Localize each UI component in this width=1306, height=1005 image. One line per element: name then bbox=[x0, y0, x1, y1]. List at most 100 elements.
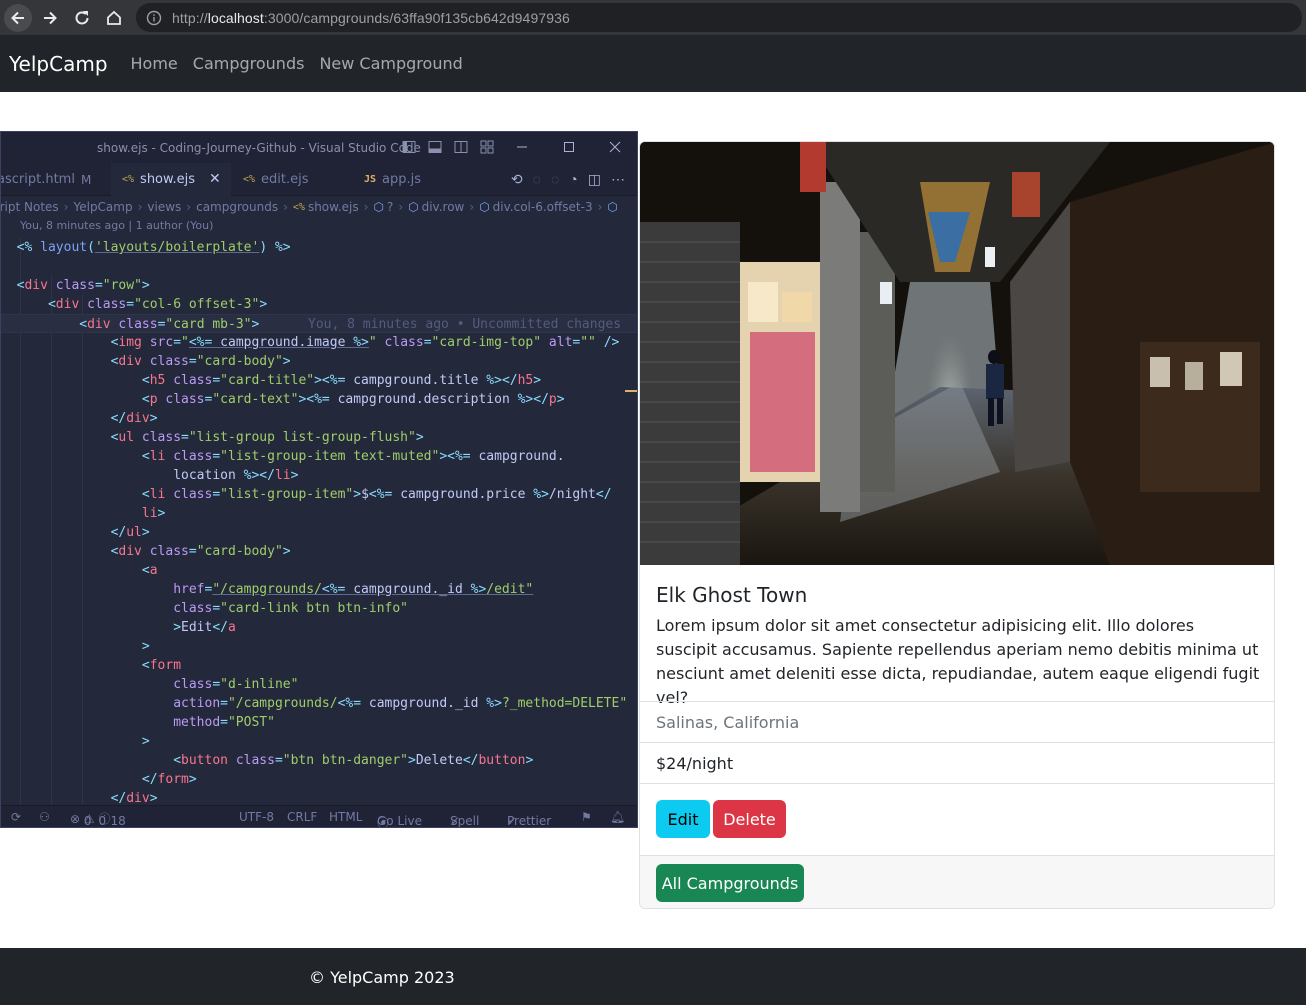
code-line: li> bbox=[141, 506, 166, 521]
breadcrumb-item[interactable]: campgrounds bbox=[196, 200, 278, 214]
eol-indicator[interactable]: CRLF bbox=[287, 810, 317, 824]
breadcrumb-item[interactable]: div.row bbox=[422, 200, 465, 214]
warning-count: 0 bbox=[98, 814, 107, 828]
close-window-icon[interactable] bbox=[606, 138, 624, 156]
go-live-label: Go Live bbox=[377, 814, 422, 828]
code-line: <button class="btn btn-danger">Delete</b… bbox=[173, 753, 534, 768]
maximize-icon[interactable] bbox=[560, 138, 578, 156]
close-tab-icon[interactable]: ✕ bbox=[209, 171, 221, 187]
code-editor[interactable]: <% layout('layouts/boilerplate') %> <div… bbox=[1, 238, 637, 806]
more-actions-icon[interactable]: ⋯ bbox=[611, 171, 625, 188]
tab-edit-ejs[interactable]: <% edit.ejs bbox=[232, 163, 350, 196]
code-line: </form> bbox=[141, 772, 197, 787]
nav-link-new-campground[interactable]: New Campground bbox=[319, 54, 462, 73]
tab-app-js[interactable]: JS app.js bbox=[353, 163, 453, 196]
back-button[interactable] bbox=[4, 3, 32, 32]
editor-tabs: ascript.html M <% show.ejs ✕ <% edit.ejs… bbox=[1, 163, 637, 196]
ejs-file-icon: <% bbox=[292, 201, 305, 213]
card-title: Elk Ghost Town bbox=[656, 583, 808, 607]
info-icon[interactable] bbox=[144, 8, 164, 28]
home-icon bbox=[107, 10, 121, 25]
notifications-bell-icon[interactable]: 🔔︎ bbox=[610, 810, 625, 824]
tab-show-ejs[interactable]: <% show.ejs ✕ bbox=[111, 163, 231, 196]
code-line: method="POST" bbox=[173, 715, 275, 730]
code-line: <p class="card-text"><%= campground.desc… bbox=[141, 392, 565, 407]
toggle-secondary-sidebar-icon[interactable] bbox=[453, 139, 469, 155]
cube-icon: ⬡ bbox=[479, 200, 490, 214]
breadcrumb-item[interactable]: div.col-6.offset-3 bbox=[493, 200, 593, 214]
code-line: <form bbox=[141, 658, 182, 673]
all-campgrounds-button[interactable]: All Campgrounds bbox=[656, 864, 804, 902]
tab-label: app.js bbox=[382, 172, 422, 187]
vscode-window: show.ejs - Coding-Journey-Github - Visua… bbox=[0, 131, 638, 828]
delete-button[interactable]: Delete bbox=[713, 800, 786, 838]
source-control-icon[interactable]: ⟲ bbox=[511, 171, 523, 188]
navbar-brand[interactable]: YelpCamp bbox=[9, 52, 108, 76]
divider bbox=[640, 701, 1274, 702]
customize-layout-icon[interactable] bbox=[479, 139, 495, 155]
problems-indicator[interactable]: ⊗ 0 ⚠ 0 ⓘ 18 bbox=[70, 810, 126, 828]
code-line: <li class="list-group-item text-muted"><… bbox=[141, 449, 565, 464]
site-footer: © YelpCamp 2023 bbox=[0, 948, 1306, 1005]
breadcrumb-item[interactable]: cript Notes bbox=[1, 200, 59, 214]
card-description: Lorem ipsum dolor sit amet consectetur a… bbox=[656, 616, 1260, 707]
address-bar[interactable]: http://localhost:3000/campgrounds/63ffa9… bbox=[136, 3, 1302, 32]
site-navbar: YelpCamp Home Campgrounds New Campground bbox=[0, 35, 1306, 92]
price-item: $24/night bbox=[656, 754, 734, 773]
toggle-primary-sidebar-icon[interactable] bbox=[401, 139, 417, 155]
previous-change-icon[interactable]: ◌ bbox=[533, 171, 541, 188]
js-file-icon: JS bbox=[364, 174, 377, 185]
status-bar: ⟳ ⚇ ⊗ 0 ⚠ 0 ⓘ 18 UTF-8 CRLF HTML ⦿ Go Li… bbox=[1, 805, 637, 828]
code-line: >Edit</a bbox=[173, 620, 236, 635]
remote-icon[interactable]: ⚇ bbox=[39, 810, 50, 824]
arcade-street-photo bbox=[640, 142, 1274, 565]
browser-toolbar: http://localhost:3000/campgrounds/63ffa9… bbox=[0, 0, 1306, 35]
cube-icon: ⬡ bbox=[373, 200, 384, 214]
code-line: <ul class="list-group list-group-flush"> bbox=[110, 430, 424, 445]
code-line: <h5 class="card-title"><%= campground.ti… bbox=[141, 373, 542, 388]
language-indicator[interactable]: HTML bbox=[329, 810, 362, 824]
split-editor-icon[interactable]: ◫ bbox=[588, 171, 601, 188]
tab-label: show.ejs bbox=[140, 171, 195, 187]
spell-label: Spell bbox=[450, 814, 480, 828]
vscode-window-title: show.ejs - Coding-Journey-Github - Visua… bbox=[97, 141, 421, 155]
footer-copyright: © YelpCamp 2023 bbox=[309, 968, 455, 987]
prettier-label: Prettier bbox=[507, 814, 552, 828]
feedback-icon[interactable]: ⚑ bbox=[581, 810, 592, 824]
reload-button[interactable] bbox=[68, 4, 96, 32]
reload-icon bbox=[75, 10, 89, 24]
cube-icon: ⬡ bbox=[408, 200, 419, 214]
next-change-icon[interactable]: ◌ bbox=[551, 171, 559, 188]
url-text: http://localhost:3000/campgrounds/63ffa9… bbox=[172, 9, 570, 26]
minimize-icon[interactable] bbox=[513, 138, 531, 156]
nav-link-home[interactable]: Home bbox=[131, 54, 178, 73]
editor-actions: ⟲ ◌ ◌ ◔ ◫ ⋯ bbox=[511, 171, 625, 188]
campground-card: Elk Ghost Town Lorem ipsum dolor sit ame… bbox=[639, 141, 1275, 909]
divider bbox=[640, 783, 1274, 784]
inline-blame: You, 8 minutes ago • Uncommitted changes bbox=[308, 317, 622, 332]
home-button[interactable] bbox=[100, 4, 128, 32]
code-line: > bbox=[141, 734, 150, 749]
nav-link-campgrounds[interactable]: Campgrounds bbox=[193, 54, 305, 73]
tab-javascript-html[interactable]: ascript.html M bbox=[0, 163, 109, 196]
sync-icon[interactable]: ⟳ bbox=[11, 810, 21, 824]
code-line: <a bbox=[141, 563, 158, 578]
code-line: <img src="<%= campground.image %>" class… bbox=[110, 335, 620, 350]
toggle-panel-icon[interactable] bbox=[427, 139, 443, 155]
breadcrumb-item[interactable]: views bbox=[147, 200, 181, 214]
tab-label: ascript.html bbox=[0, 172, 75, 187]
code-line: class="card-link btn btn-info" bbox=[173, 601, 408, 616]
code-line: <div class="row"> bbox=[16, 278, 150, 293]
breadcrumb-item[interactable]: show.ejs bbox=[308, 200, 359, 214]
forward-button[interactable] bbox=[36, 4, 64, 32]
code-line: action="/campgrounds/<%= campground._id … bbox=[173, 696, 628, 711]
code-line: </div> bbox=[110, 411, 158, 426]
encoding-indicator[interactable]: UTF-8 bbox=[239, 810, 274, 824]
edit-button[interactable]: Edit bbox=[656, 800, 710, 838]
breadcrumb-item[interactable]: YelpCamp bbox=[73, 200, 132, 214]
timeline-icon[interactable]: ◔ bbox=[569, 171, 577, 188]
breadcrumb-item[interactable]: ? bbox=[387, 200, 393, 214]
breadcrumb: cript Notes› YelpCamp› views› campground… bbox=[1, 196, 637, 218]
divider bbox=[640, 742, 1274, 743]
codelens-blame[interactable]: You, 8 minutes ago | 1 author (You) bbox=[1, 218, 637, 234]
